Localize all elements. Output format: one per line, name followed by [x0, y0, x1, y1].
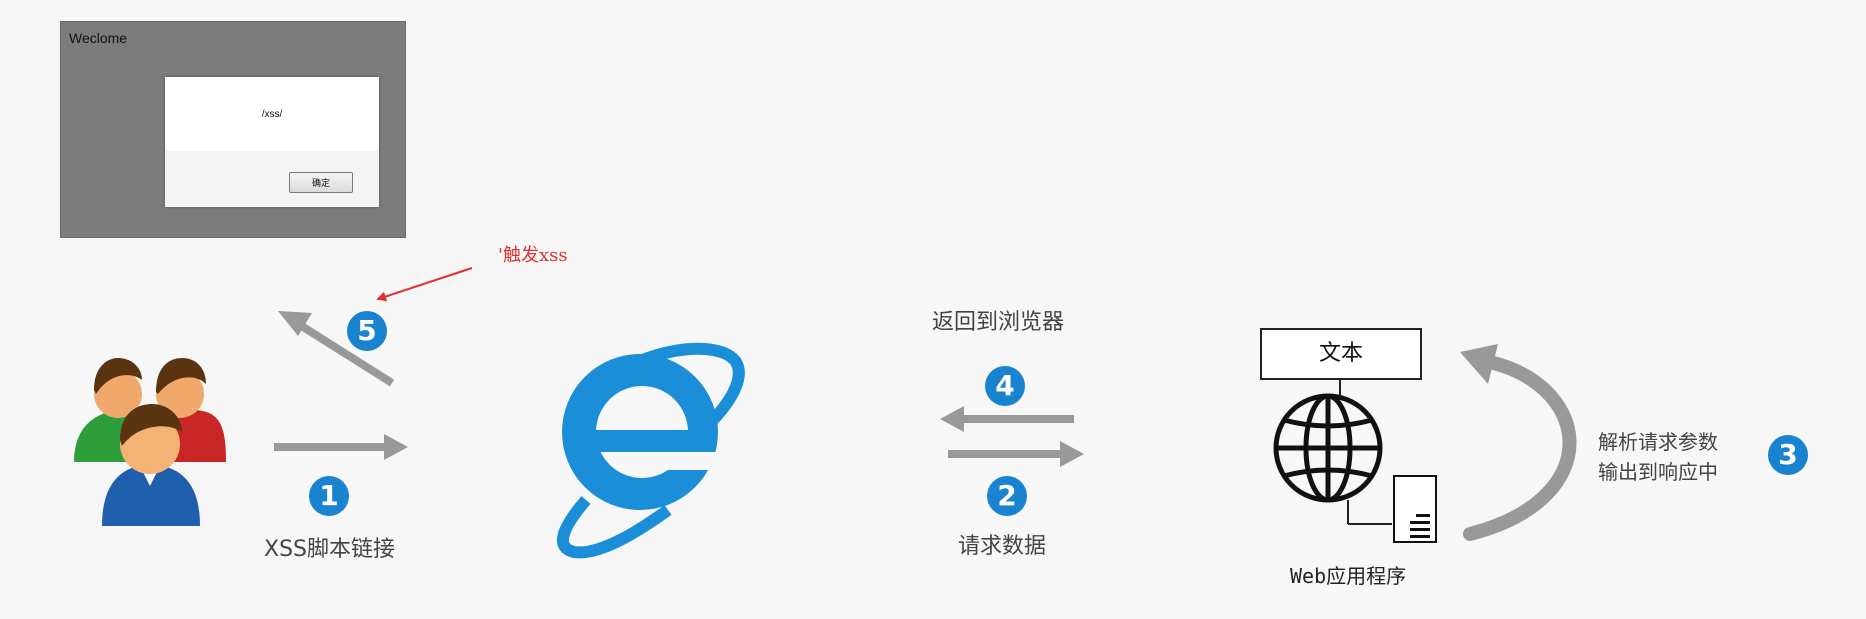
step3-badge: 3 [1768, 435, 1808, 475]
step3-curved-arrow [1460, 344, 1577, 541]
step4-label: 返回到浏览器 [932, 310, 1065, 335]
step1-badge: 1 [309, 476, 349, 516]
step2-arrow [948, 441, 1084, 467]
users-group-icon [74, 358, 226, 526]
step3-label-line2: 输出到响应中 [1598, 460, 1718, 484]
step1-arrow [274, 434, 408, 460]
step4-arrow [940, 406, 1074, 432]
globe-icon [1273, 393, 1383, 503]
server-icon [1393, 475, 1437, 543]
step5-badge: 5 [347, 311, 387, 351]
step4-badge: 4 [985, 366, 1025, 406]
step1-label: XSS脚本链接 [264, 537, 396, 562]
internet-explorer-icon [557, 342, 745, 559]
annotation-arrow [376, 267, 473, 302]
step3-label-line1: 解析请求参数 [1598, 430, 1718, 454]
text-box: 文本 [1260, 328, 1422, 380]
step2-label: 请求数据 [958, 534, 1047, 559]
web-application-label: Web应用程序 [1290, 564, 1407, 588]
step2-badge: 2 [987, 476, 1027, 516]
